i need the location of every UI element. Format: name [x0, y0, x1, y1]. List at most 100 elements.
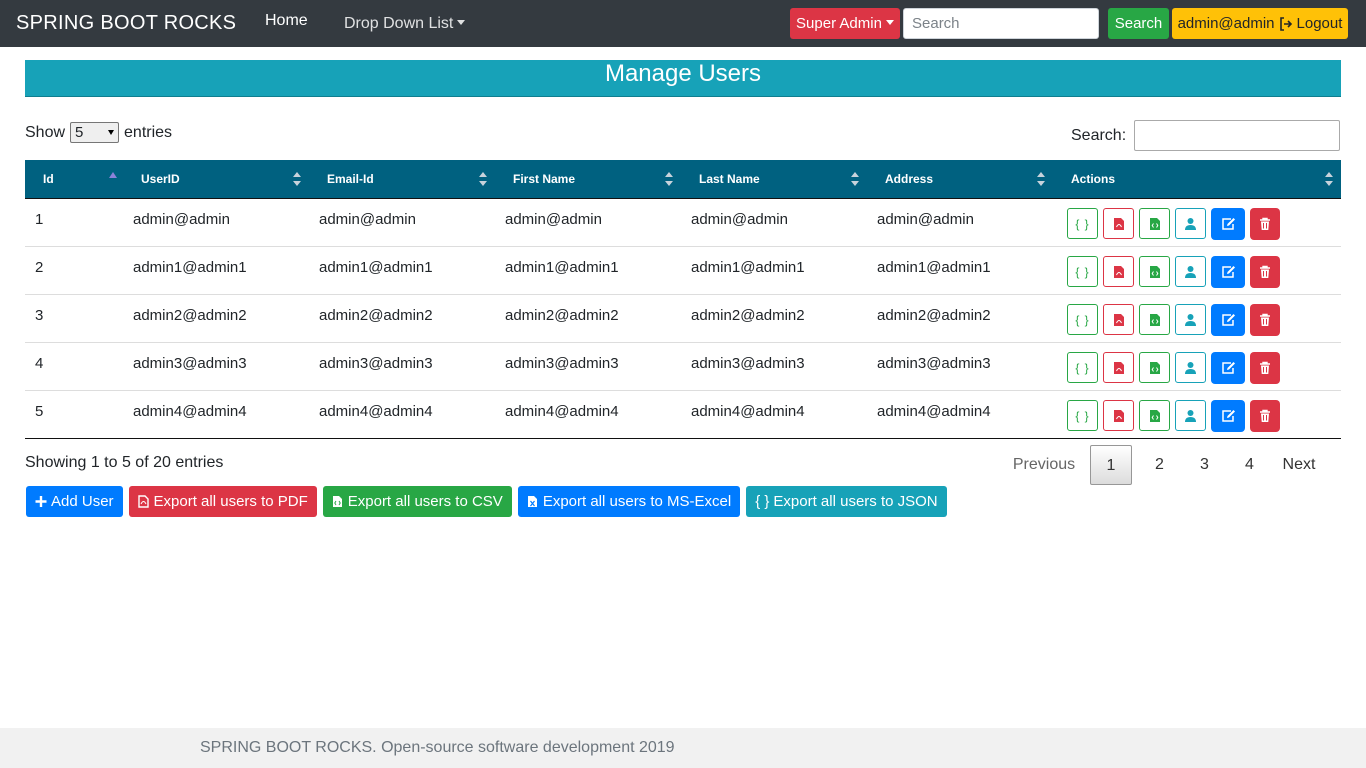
export-json-button[interactable]: { } Export all users to JSON [746, 486, 947, 517]
trash-icon [1259, 217, 1271, 231]
table-row: 1 admin@admin admin@admin admin@admin admin@… [25, 199, 1341, 247]
user-icon [1184, 361, 1197, 375]
cell-last-name: admin4@admin4 [691, 403, 805, 420]
pagination-page[interactable]: 2 [1137, 445, 1182, 485]
pagination-page[interactable]: 3 [1182, 445, 1227, 485]
download-csv-button[interactable] [1139, 256, 1170, 287]
pdf-icon [1113, 361, 1125, 375]
add-user-button[interactable]: Add User [26, 486, 123, 517]
download-pdf-button[interactable] [1103, 304, 1134, 335]
download-csv-button[interactable] [1139, 208, 1170, 239]
user-icon [1184, 217, 1197, 231]
file-excel-icon [527, 495, 539, 508]
view-user-button[interactable] [1175, 400, 1206, 431]
cell-email-id: admin2@admin2 [319, 307, 433, 324]
column-header-address[interactable]: Address [867, 160, 1053, 198]
trash-icon [1259, 361, 1271, 375]
delete-user-button[interactable] [1250, 256, 1280, 288]
view-json-button[interactable]: { } [1067, 256, 1098, 287]
column-header-actions[interactable]: Actions [1053, 160, 1341, 198]
role-dropdown-button[interactable]: Super Admin [790, 8, 900, 39]
cell-email-id: admin3@admin3 [319, 355, 433, 372]
sort-icon [665, 172, 673, 186]
logout-button[interactable]: admin@admin Logout [1172, 8, 1348, 39]
navbar-search-input[interactable] [903, 8, 1099, 39]
view-user-button[interactable] [1175, 208, 1206, 239]
export-actions: Add User Export all users to PDF Export … [26, 486, 947, 517]
brand[interactable]: SPRING BOOT ROCKS [16, 12, 236, 35]
view-user-button[interactable] [1175, 304, 1206, 335]
sort-icon [1325, 172, 1333, 186]
navbar-search-button[interactable]: Search [1108, 8, 1169, 39]
cell-email-id: admin@admin [319, 211, 416, 228]
edit-user-button[interactable] [1211, 352, 1245, 384]
pdf-icon [1113, 217, 1125, 231]
delete-user-button[interactable] [1250, 400, 1280, 432]
table-row: 3 admin2@admin2 admin2@admin2 admin2@admin2… [25, 295, 1341, 343]
column-header-label: Email-Id [327, 172, 374, 186]
edit-user-button[interactable] [1211, 208, 1245, 240]
view-json-button[interactable]: { } [1067, 352, 1098, 383]
export-pdf-button[interactable]: Export all users to PDF [128, 486, 317, 517]
column-header-id[interactable]: Id [25, 160, 123, 198]
view-json-button[interactable]: { } [1067, 304, 1098, 335]
file-pdf-icon [137, 495, 150, 508]
cell-address: admin1@admin1 [877, 259, 991, 276]
nav-dropdown-toggle[interactable]: Drop Down List [344, 15, 466, 33]
download-pdf-button[interactable] [1103, 256, 1134, 287]
table-search-input[interactable] [1134, 120, 1341, 151]
cell-userid: admin2@admin2 [133, 307, 247, 324]
row-actions: { } [1053, 391, 1341, 438]
page-footer: SPRING BOOT ROCKS. Open-source software … [0, 728, 1366, 768]
caret-down-icon [885, 20, 894, 25]
sort-icon [293, 172, 301, 186]
user-icon [1184, 265, 1197, 279]
view-user-button[interactable] [1175, 352, 1206, 383]
view-json-button[interactable]: { } [1067, 208, 1098, 239]
view-user-button[interactable] [1175, 256, 1206, 287]
cell-first-name: admin1@admin1 [505, 259, 619, 276]
table-info: Showing 1 to 5 of 20 entries [25, 454, 224, 471]
entries-length-select[interactable]: 5 [70, 122, 120, 143]
export-excel-button[interactable]: Export all users to MS-Excel [517, 486, 741, 517]
edit-user-button[interactable] [1211, 256, 1245, 288]
export-json-label: Export all users to JSON [773, 493, 938, 510]
user-icon [1184, 313, 1197, 327]
download-csv-button[interactable] [1139, 400, 1170, 431]
download-pdf-button[interactable] [1103, 208, 1134, 239]
cell-id: 5 [35, 403, 44, 420]
edit-user-button[interactable] [1211, 400, 1245, 432]
cell-address: admin3@admin3 [877, 355, 991, 372]
edit-user-button[interactable] [1211, 304, 1245, 336]
nav-home-link[interactable]: Home [265, 12, 308, 30]
pagination-next[interactable]: Next [1272, 445, 1326, 485]
column-header-last-name[interactable]: Last Name [681, 160, 867, 198]
edit-icon [1221, 361, 1236, 375]
table-search-label: Search: [1071, 126, 1127, 144]
delete-user-button[interactable] [1250, 352, 1280, 384]
view-json-button[interactable]: { } [1067, 400, 1098, 431]
download-csv-button[interactable] [1139, 352, 1170, 383]
column-header-userid[interactable]: UserID [123, 160, 309, 198]
length-prefix: Show [25, 123, 66, 141]
delete-user-button[interactable] [1250, 304, 1280, 336]
download-pdf-button[interactable] [1103, 400, 1134, 431]
delete-user-button[interactable] [1250, 208, 1280, 240]
export-csv-button[interactable]: Export all users to CSV [322, 486, 512, 517]
csv-file-icon [1149, 409, 1161, 423]
column-header-email-id[interactable]: Email-Id [309, 160, 495, 198]
download-pdf-button[interactable] [1103, 352, 1134, 383]
trash-icon [1259, 313, 1271, 327]
csv-file-icon [1149, 361, 1161, 375]
table-body: 1 admin@admin admin@admin admin@admin admin@… [25, 199, 1341, 439]
pagination-previous[interactable]: Previous [998, 445, 1090, 485]
download-csv-button[interactable] [1139, 304, 1170, 335]
json-icon: { } [1075, 360, 1090, 375]
pagination-page[interactable]: 4 [1227, 445, 1272, 485]
export-csv-label: Export all users to CSV [347, 493, 503, 510]
column-header-first-name[interactable]: First Name [495, 160, 681, 198]
pagination-page[interactable]: 1 [1090, 445, 1132, 485]
table-search-control: Search: [1071, 120, 1341, 151]
json-icon: { } [1075, 216, 1090, 231]
trash-icon [1259, 409, 1271, 423]
